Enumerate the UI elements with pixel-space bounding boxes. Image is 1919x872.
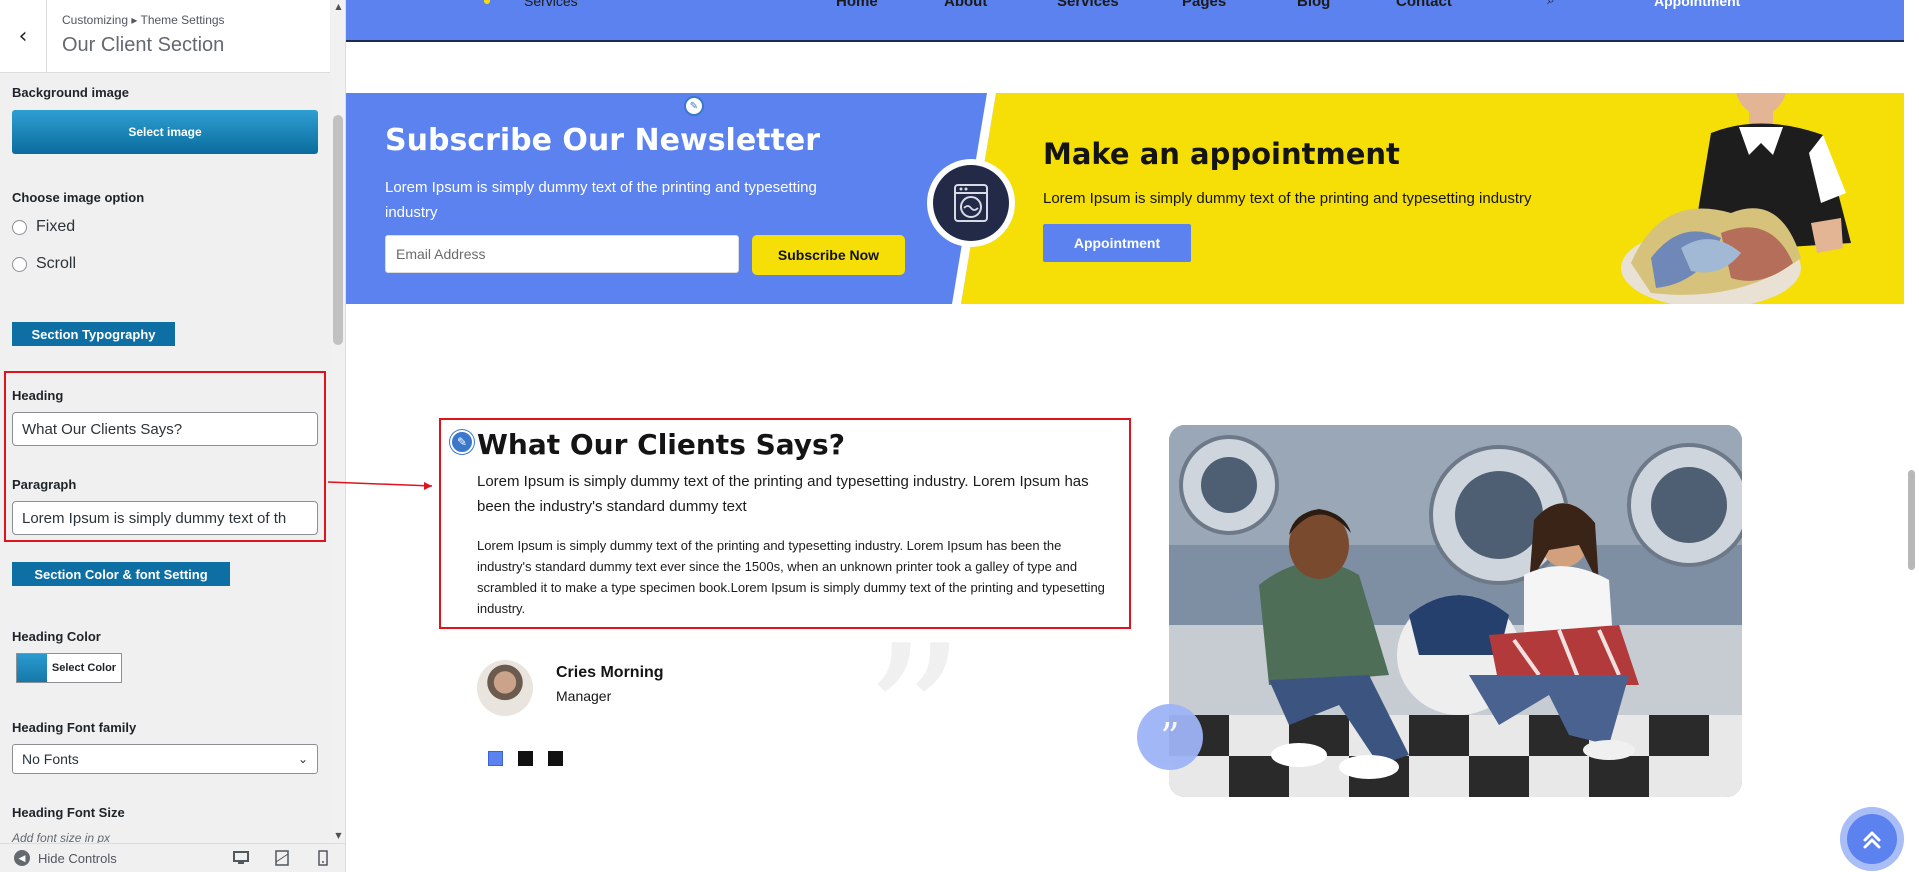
radio-scroll[interactable]: Scroll <box>12 255 76 273</box>
nav-item-about[interactable]: About <box>944 0 987 10</box>
dropdown-chevron-icon: ⌄ <box>297 752 308 766</box>
heading-input[interactable]: What Our Clients Says? <box>12 412 318 446</box>
slider-dot-active[interactable] <box>488 751 503 766</box>
maid-with-laundry-image <box>1621 93 1851 304</box>
scroll-to-top-button[interactable] <box>1840 807 1904 871</box>
radio-button[interactable] <box>12 256 27 272</box>
laundromat-photo <box>1169 425 1742 797</box>
hide-controls-label: Hide Controls <box>38 850 117 866</box>
pencil-icon[interactable]: ✎ <box>450 430 474 454</box>
image-option-label: Choose image option <box>12 190 145 205</box>
hide-controls-icon: ◀ <box>14 850 30 866</box>
slider-dot[interactable] <box>518 751 533 766</box>
pencil-icon[interactable]: ✎ <box>684 96 704 116</box>
paragraph-input[interactable]: Lorem Ipsum is simply dummy text of th <box>12 501 318 535</box>
heading-label: Heading <box>12 388 64 403</box>
section-color-font-button[interactable]: Section Color & font Setting <box>12 562 230 586</box>
quote-icon: ” <box>863 603 966 836</box>
washing-machine-icon <box>954 184 988 222</box>
newsletter-text: Lorem Ipsum is simply dummy text of the … <box>385 179 817 221</box>
nav-item-blog[interactable]: Blog <box>1297 0 1330 10</box>
sidebar-header: ‹ Customizing ▸ Theme Settings Our Clien… <box>0 0 330 73</box>
appointment-title: Make an appointment <box>1043 137 1400 171</box>
select-image-button[interactable]: Select image <box>12 110 318 154</box>
sidebar-scrollbar-thumb[interactable] <box>333 115 343 345</box>
site-navbar: Services Home About Services Pages Blog … <box>346 0 1904 42</box>
nav-item-home[interactable]: Home <box>836 0 878 10</box>
subscribe-button[interactable]: Subscribe Now <box>752 235 905 275</box>
slider-dot[interactable] <box>548 751 563 766</box>
radio-button[interactable] <box>12 219 27 235</box>
back-chevron-icon: ‹ <box>18 24 28 49</box>
site-preview: Services Home About Services Pages Blog … <box>346 0 1919 872</box>
mobile-icon[interactable] <box>314 850 332 866</box>
testimonial-role: Manager <box>556 688 612 704</box>
select-color-label: Select Color <box>51 662 117 674</box>
select-color-button[interactable]: Select Color <box>16 653 122 683</box>
breadcrumb: Customizing ▸ Theme Settings <box>62 13 225 27</box>
paragraph-label: Paragraph <box>12 477 77 492</box>
logo-dot <box>484 0 490 4</box>
logo-subtitle: Services <box>524 0 578 9</box>
chevron-up-icon <box>1863 831 1881 849</box>
scroll-up-icon[interactable]: ▲ <box>333 2 344 12</box>
panel-title: Our Client Section <box>62 34 225 56</box>
font-family-select[interactable]: No Fonts ⌄ <box>12 744 318 774</box>
font-family-value: No Fonts <box>22 751 79 767</box>
hide-controls-button[interactable]: ◀ Hide Controls <box>14 850 117 866</box>
tablet-icon[interactable] <box>273 850 291 866</box>
clients-body-paragraph: Lorem Ipsum is simply dummy text of the … <box>477 538 1105 616</box>
email-input[interactable]: Email Address <box>385 235 739 273</box>
quote-icon: ” <box>1137 704 1203 770</box>
heading-color-label: Heading Color <box>12 629 101 644</box>
radio-label: Scroll <box>36 255 77 272</box>
clients-heading: What Our Clients Says? <box>477 428 845 461</box>
newsletter-title: Subscribe Our Newsletter <box>385 123 820 158</box>
appointment-button[interactable]: Appointment <box>1043 224 1191 262</box>
heading-font-family-label: Heading Font family <box>12 720 137 735</box>
radio-fixed[interactable]: Fixed <box>12 218 75 236</box>
newsletter-appointment-banner: Subscribe Our Newsletter Lorem Ipsum is … <box>346 93 1904 304</box>
heading-font-size-label: Heading Font Size <box>12 805 125 820</box>
washing-machine-badge <box>927 159 1015 247</box>
back-button[interactable]: ‹ <box>0 0 47 73</box>
section-typography-button[interactable]: Section Typography <box>12 322 175 346</box>
search-icon[interactable]: ⌕ <box>1547 0 1555 8</box>
scroll-down-icon[interactable]: ▼ <box>333 831 344 841</box>
background-image-label: Background image <box>12 85 130 100</box>
preview-scrollbar-thumb[interactable] <box>1908 470 1915 570</box>
nav-item-pages[interactable]: Pages <box>1182 0 1226 10</box>
nav-item-contact[interactable]: Contact <box>1396 0 1452 10</box>
clients-lead-paragraph: Lorem Ipsum is simply dummy text of the … <box>477 473 1089 515</box>
radio-label: Fixed <box>36 218 76 235</box>
nav-item-services[interactable]: Services <box>1057 0 1119 10</box>
testimonial-name: Cries Morning <box>556 664 664 681</box>
avatar <box>477 660 533 716</box>
desktop-icon[interactable] <box>232 850 250 866</box>
appointment-text: Lorem Ipsum is simply dummy text of the … <box>1043 190 1532 207</box>
nav-appointment-button[interactable]: Appointment <box>1654 0 1740 9</box>
sidebar-footer: ◀ Hide Controls <box>0 843 345 872</box>
customizer-sidebar: ‹ Customizing ▸ Theme Settings Our Clien… <box>0 0 346 872</box>
color-swatch <box>17 654 47 682</box>
